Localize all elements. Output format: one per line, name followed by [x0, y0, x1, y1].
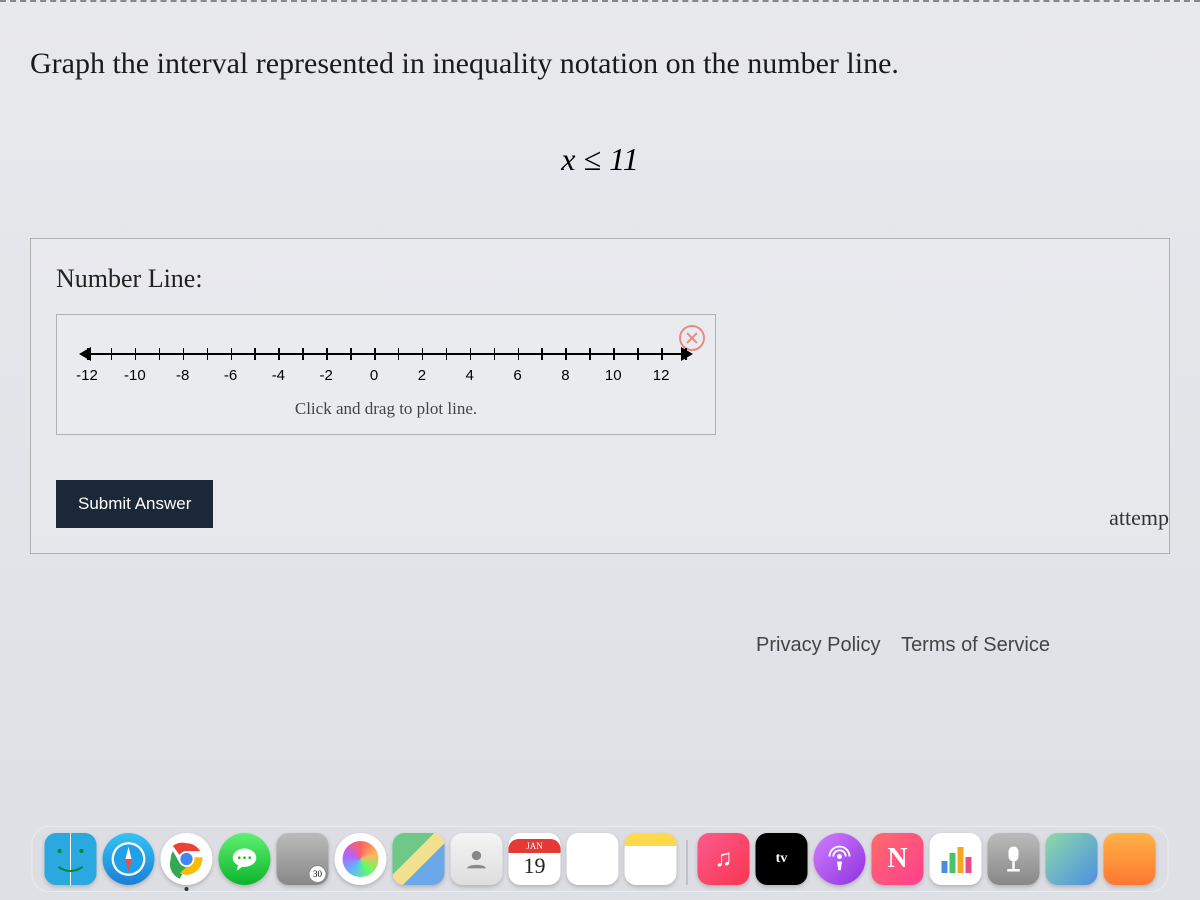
music-icon[interactable]: ♫ [698, 833, 750, 885]
tick-mark [159, 348, 161, 360]
footer-links: Privacy Policy Terms of Service [0, 574, 1200, 657]
tick-mark [494, 348, 496, 360]
dock-app-icon-3[interactable] [1046, 833, 1098, 885]
tick-mark [398, 348, 400, 360]
tick-mark [231, 348, 233, 360]
messages-icon[interactable] [219, 833, 271, 885]
tick-mark [518, 348, 520, 360]
tick-mark [183, 348, 185, 360]
tick-label: 12 [653, 367, 670, 384]
reminders-icon[interactable] [567, 833, 619, 885]
notes-icon[interactable] [625, 833, 677, 885]
tick-mark [326, 348, 328, 360]
calendar-month: JAN [509, 839, 561, 853]
tick-label: -10 [124, 367, 146, 384]
attempt-counter: attemp [1109, 505, 1169, 531]
calendar-day: 19 [524, 853, 546, 879]
tick-mark [302, 348, 304, 360]
dock-app-icon[interactable]: 30 [277, 833, 329, 885]
numberline-widget[interactable]: -12 -10 -8 -6 -4 -2 0 2 4 6 8 10 12 Click and drag t… [56, 314, 716, 435]
tick-mark [613, 348, 615, 360]
answer-container: Number Line: -12 -10 -8 -6 -4 -2 0 2 4 6 8 10 12 Cli… [30, 238, 1170, 554]
numberline-hint: Click and drag to plot line. [77, 399, 695, 419]
tick-mark [661, 348, 663, 360]
safari-icon[interactable] [103, 833, 155, 885]
calendar-icon[interactable]: JAN 19 [509, 833, 561, 885]
maps-icon[interactable] [393, 833, 445, 885]
tick-mark [207, 348, 209, 360]
tick-labels: -12-10-8-6-4-2024681012 [87, 367, 685, 387]
privacy-link[interactable]: Privacy Policy [756, 634, 880, 656]
tick-label: -8 [176, 367, 189, 384]
tick-label: 10 [605, 367, 622, 384]
numbers-icon[interactable] [930, 833, 982, 885]
inequality-expression: x ≤ 11 [30, 141, 1170, 178]
tick-mark [589, 348, 591, 360]
tick-mark [470, 348, 472, 360]
tick-label: 2 [418, 367, 426, 384]
chrome-icon[interactable] [161, 833, 213, 885]
tick-mark [446, 348, 448, 360]
tick-mark [637, 348, 639, 360]
appletv-icon[interactable]: tv [756, 833, 808, 885]
tick-label: -4 [272, 367, 285, 384]
tick-label: 4 [466, 367, 474, 384]
dock-separator [687, 840, 688, 885]
dock-app-icon-4[interactable] [1104, 833, 1156, 885]
tick-mark [135, 348, 137, 360]
tick-mark [541, 348, 543, 360]
tick-label: -2 [320, 367, 333, 384]
dock-app-icon-2[interactable] [988, 833, 1040, 885]
running-dot-icon [185, 887, 189, 891]
tick-mark [254, 348, 256, 360]
news-icon[interactable]: N [872, 833, 924, 885]
tick-mark [278, 348, 280, 360]
question-title: Graph the interval represented in inequa… [30, 47, 1170, 81]
submit-button[interactable]: Submit Answer [56, 480, 213, 528]
tick-label: 6 [513, 367, 521, 384]
tick-mark [685, 348, 687, 360]
numberline-axis[interactable] [87, 345, 685, 365]
tick-label: -6 [224, 367, 237, 384]
podcasts-icon[interactable] [814, 833, 866, 885]
question-panel: Graph the interval represented in inequa… [0, 0, 1200, 574]
tick-label: 0 [370, 367, 378, 384]
arrow-right-icon [681, 347, 693, 361]
tick-mark [565, 348, 567, 360]
tick-mark [87, 348, 89, 360]
tick-mark [422, 348, 424, 360]
tick-label: 8 [561, 367, 569, 384]
tick-mark [374, 348, 376, 360]
tick-mark [350, 348, 352, 360]
tick-mark [111, 348, 113, 360]
macos-dock: 30 JAN 19 ♫ tv N [32, 826, 1169, 892]
contacts-icon[interactable] [451, 833, 503, 885]
terms-link[interactable]: Terms of Service [901, 634, 1050, 656]
tick-label: -12 [76, 367, 98, 384]
numberline-label: Number Line: [56, 264, 1144, 294]
finder-icon[interactable] [45, 833, 97, 885]
axis-line [87, 353, 685, 355]
photos-icon[interactable] [335, 833, 387, 885]
